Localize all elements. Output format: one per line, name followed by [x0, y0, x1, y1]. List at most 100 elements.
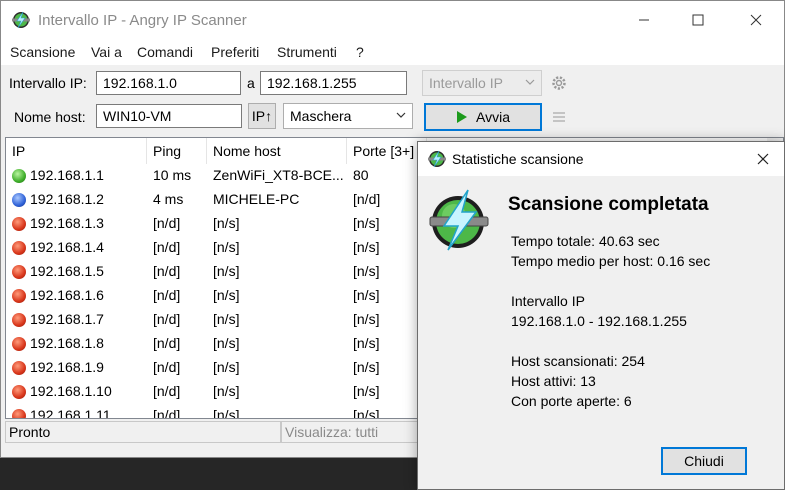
- cell-ports: 80: [353, 167, 369, 183]
- cell-ports: [n/s]: [353, 383, 380, 399]
- column-header-ports[interactable]: Porte [3+]: [347, 138, 427, 164]
- cell-ports: [n/s]: [353, 215, 380, 231]
- cell-hostname: [n/s]: [213, 311, 240, 327]
- column-header-ip[interactable]: IP: [6, 138, 147, 164]
- dialog-close-button[interactable]: [748, 144, 778, 174]
- cell-ping: 4 ms: [153, 191, 184, 207]
- table-row[interactable]: 192.168.1.5 [n/d] [n/s] [n/s]: [6, 260, 426, 284]
- range-to-input[interactable]: 192.168.1.255: [260, 71, 407, 95]
- title-bar[interactable]: Intervallo IP - Angry IP Scanner: [1, 1, 784, 39]
- hostname-input[interactable]: WIN10-VM: [96, 104, 242, 128]
- cell-ping: 10 ms: [153, 167, 192, 183]
- display-filter[interactable]: Visualizza: tutti: [281, 421, 421, 443]
- cell-ports: [n/s]: [353, 335, 380, 351]
- range-from-input[interactable]: 192.168.1.0: [96, 71, 241, 95]
- netmask-select[interactable]: Maschera: [283, 103, 413, 129]
- cell-ip: 192.168.1.9: [30, 359, 104, 375]
- range-heading: Intervallo IP: [511, 293, 585, 309]
- table-row[interactable]: 192.168.1.8 [n/d] [n/s] [n/s]: [6, 332, 426, 356]
- status-blue-icon: [12, 193, 26, 207]
- status-red-icon: [12, 313, 26, 327]
- dialog-heading: Scansione completata: [508, 194, 709, 215]
- scan-stats-dialog: Statistiche scansione Scansione completa…: [417, 141, 785, 490]
- cell-ip: 192.168.1.2: [30, 191, 104, 207]
- menu-comandi[interactable]: Comandi: [137, 44, 193, 60]
- hosts-alive: Host attivi: 13: [511, 373, 596, 389]
- minimize-button[interactable]: [621, 1, 667, 39]
- hosts-open-ports: Con porte aperte: 6: [511, 393, 632, 409]
- cell-ping: [n/d]: [153, 287, 181, 303]
- maximize-button[interactable]: [675, 1, 721, 39]
- cell-ports: [n/s]: [353, 263, 380, 279]
- cell-ports: [n/s]: [353, 407, 380, 419]
- menu-preferiti[interactable]: Preferiti: [211, 44, 259, 60]
- start-button-label: Avvia: [476, 109, 510, 125]
- table-row[interactable]: 192.168.1.1 10 ms ZenWiFi_XT8-BCE... 80: [6, 164, 426, 188]
- feeder-select[interactable]: Intervallo IP: [422, 70, 542, 96]
- feeder-select-value: Intervallo IP: [429, 75, 503, 91]
- chevron-down-icon: [525, 79, 535, 85]
- start-button[interactable]: Avvia: [424, 103, 542, 131]
- status-red-icon: [12, 409, 26, 418]
- table-row[interactable]: 192.168.1.6 [n/d] [n/s] [n/s]: [6, 284, 426, 308]
- cell-hostname: [n/s]: [213, 239, 240, 255]
- cell-ports: [n/s]: [353, 311, 380, 327]
- cell-ping: [n/d]: [153, 359, 181, 375]
- cell-ip: 192.168.1.11: [30, 407, 111, 419]
- cell-ports: [n/s]: [353, 287, 380, 303]
- average-time: Tempo medio per host: 0.16 sec: [511, 253, 711, 269]
- cell-ip: 192.168.1.8: [30, 335, 104, 351]
- cell-hostname: [n/s]: [213, 407, 240, 419]
- cell-ping: [n/d]: [153, 215, 181, 231]
- table-row[interactable]: 192.168.1.11 [n/d] [n/s] [n/s]: [6, 404, 426, 419]
- cell-ping: [n/d]: [153, 311, 181, 327]
- cell-hostname: MICHELE-PC: [213, 191, 300, 207]
- hostname-label: Nome host:: [14, 109, 86, 125]
- column-header-hostname[interactable]: Nome host: [207, 138, 347, 164]
- dialog-title-bar[interactable]: Statistiche scansione: [418, 142, 784, 176]
- gear-icon[interactable]: [550, 74, 568, 92]
- cell-ping: [n/d]: [153, 335, 181, 351]
- cell-hostname: [n/s]: [213, 359, 240, 375]
- cell-ip: 192.168.1.7: [30, 311, 104, 327]
- minimize-icon: [639, 19, 649, 21]
- toolbar: Intervallo IP: 192.168.1.0 a 192.168.1.2…: [1, 65, 784, 135]
- ip-up-button[interactable]: IP↑: [248, 103, 276, 129]
- status-red-icon: [12, 337, 26, 351]
- table-row[interactable]: 192.168.1.9 [n/d] [n/s] [n/s]: [6, 356, 426, 380]
- list-icon[interactable]: [552, 111, 566, 123]
- dialog-title: Statistiche scansione: [452, 151, 584, 167]
- range-value: 192.168.1.0 - 192.168.1.255: [511, 313, 687, 329]
- table-row[interactable]: 192.168.1.10 [n/d] [n/s] [n/s]: [6, 380, 426, 404]
- cell-hostname: [n/s]: [213, 263, 240, 279]
- status-green-icon: [12, 169, 26, 183]
- cell-hostname: [n/s]: [213, 335, 240, 351]
- cell-ip: 192.168.1.4: [30, 239, 104, 255]
- close-window-button[interactable]: [733, 1, 779, 39]
- range-label: Intervallo IP:: [9, 75, 87, 91]
- app-logo-icon: [428, 150, 446, 168]
- cell-ip: 192.168.1.3: [30, 215, 104, 231]
- status-red-icon: [12, 361, 26, 375]
- menu-help[interactable]: ?: [356, 44, 364, 60]
- status-red-icon: [12, 385, 26, 399]
- menu-scansione[interactable]: Scansione: [10, 44, 75, 60]
- cell-ip: 192.168.1.1: [30, 167, 104, 183]
- cell-ip: 192.168.1.10: [30, 383, 112, 399]
- status-red-icon: [12, 265, 26, 279]
- table-row[interactable]: 192.168.1.3 [n/d] [n/s] [n/s]: [6, 212, 426, 236]
- close-dialog-button[interactable]: Chiudi: [661, 447, 747, 475]
- status-red-icon: [12, 241, 26, 255]
- menu-vai-a[interactable]: Vai a: [91, 44, 122, 60]
- cell-hostname: [n/s]: [213, 287, 240, 303]
- table-row[interactable]: 192.168.1.2 4 ms MICHELE-PC [n/d]: [6, 188, 426, 212]
- cell-hostname: ZenWiFi_XT8-BCE...: [213, 167, 344, 183]
- cell-ping: [n/d]: [153, 407, 181, 419]
- chevron-down-icon: [396, 112, 406, 118]
- table-row[interactable]: 192.168.1.4 [n/d] [n/s] [n/s]: [6, 236, 426, 260]
- table-row[interactable]: 192.168.1.7 [n/d] [n/s] [n/s]: [6, 308, 426, 332]
- menu-strumenti[interactable]: Strumenti: [277, 44, 337, 60]
- maximize-icon: [692, 14, 704, 26]
- column-header-ping[interactable]: Ping: [147, 138, 207, 164]
- cell-hostname: [n/s]: [213, 383, 240, 399]
